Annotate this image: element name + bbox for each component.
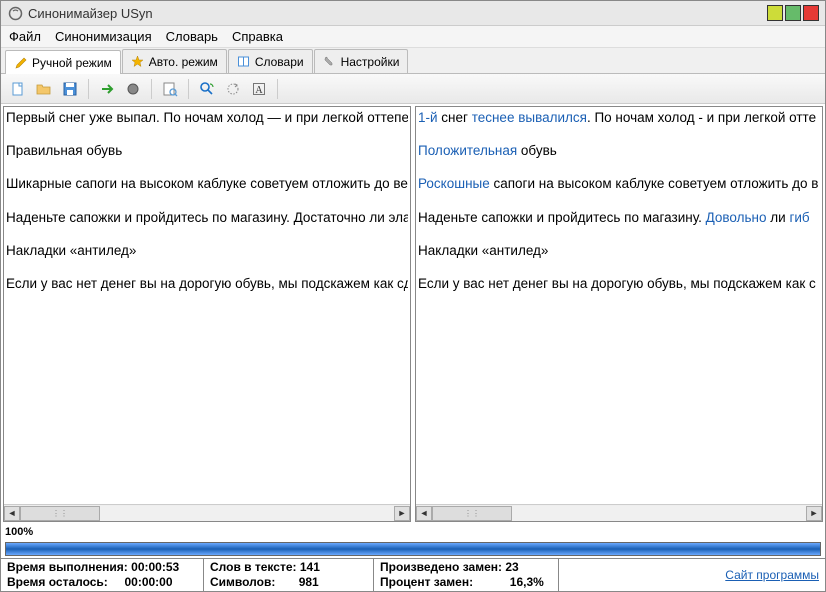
- svg-text:A: A: [255, 85, 263, 96]
- menu-synonymize[interactable]: Синонимизация: [55, 29, 152, 44]
- tab-manual[interactable]: Ручной режим: [5, 50, 121, 74]
- menu-file[interactable]: Файл: [9, 29, 41, 44]
- scroll-right-button[interactable]: ►: [806, 506, 822, 521]
- text-line: Наденьте сапожки и пройдитесь по магазин…: [6, 210, 408, 226]
- tab-settings[interactable]: Настройки: [314, 49, 409, 73]
- app-window: Синонимайзер USyn Файл Синонимизация Сло…: [0, 0, 826, 592]
- result-text[interactable]: 1-й снег теснее вывалился. По ночам холо…: [416, 107, 822, 504]
- close-button[interactable]: [803, 5, 819, 21]
- window-title: Синонимайзер USyn: [28, 6, 765, 21]
- tab-label: Авто. режим: [149, 55, 218, 69]
- toolbar-separator: [277, 79, 278, 99]
- toolbar-separator: [188, 79, 189, 99]
- pencil-icon: [14, 56, 28, 70]
- text-line: Шикарные сапоги на высоком каблуке совет…: [6, 176, 408, 192]
- open-file-button[interactable]: [33, 78, 55, 100]
- scroll-left-button[interactable]: ◄: [416, 506, 432, 521]
- tab-label: Ручной режим: [32, 56, 112, 70]
- status-time: Время выполнения: 00:00:53 Время осталос…: [1, 559, 204, 591]
- statusbar: Время выполнения: 00:00:53 Время осталос…: [1, 558, 825, 591]
- text-line: 1-й снег теснее вывалился. По ночам холо…: [418, 110, 820, 126]
- status-link: Сайт программы: [559, 559, 825, 591]
- scroll-track[interactable]: ⋮⋮: [432, 506, 806, 521]
- app-icon: [7, 5, 23, 21]
- preview-button[interactable]: [159, 78, 181, 100]
- text-line: Положительная обувь: [418, 143, 820, 159]
- scroll-thumb[interactable]: ⋮⋮: [20, 506, 100, 521]
- tab-label: Настройки: [341, 55, 400, 69]
- menubar: Файл Синонимизация Словарь Справка: [1, 26, 825, 48]
- text-line: Если у вас нет денег вы на дорогую обувь…: [418, 276, 820, 292]
- synonym: теснее вывалился: [472, 110, 587, 125]
- menu-help[interactable]: Справка: [232, 29, 283, 44]
- scroll-track[interactable]: ⋮⋮: [20, 506, 394, 521]
- cycle-button[interactable]: [222, 78, 244, 100]
- wrench-icon: [323, 55, 337, 69]
- scroll-thumb[interactable]: ⋮⋮: [432, 506, 512, 521]
- progress-bar-wrap: [1, 540, 825, 558]
- font-button[interactable]: A: [248, 78, 270, 100]
- tab-dictionaries[interactable]: Словари: [228, 49, 313, 73]
- tabbar: Ручной режим Авто. режим Словари Настрой…: [1, 48, 825, 74]
- titlebar: Синонимайзер USyn: [1, 1, 825, 26]
- synonym: Роскошные: [418, 176, 490, 191]
- find-replace-button[interactable]: [196, 78, 218, 100]
- scroll-left-button[interactable]: ◄: [4, 506, 20, 521]
- maximize-button[interactable]: [785, 5, 801, 21]
- text-line: Роскошные сапоги на высоком каблуке сове…: [418, 176, 820, 192]
- stop-button[interactable]: [122, 78, 144, 100]
- star-icon: [131, 55, 145, 69]
- toolbar-separator: [151, 79, 152, 99]
- text-line: Накладки «антилед»: [6, 243, 408, 259]
- save-button[interactable]: [59, 78, 81, 100]
- horizontal-scrollbar[interactable]: ◄ ⋮⋮ ►: [416, 504, 822, 521]
- book-icon: [237, 55, 251, 69]
- tab-label: Словари: [255, 55, 304, 69]
- status-words: Слов в тексте: 141 Символов: 981: [204, 559, 374, 591]
- new-file-button[interactable]: [7, 78, 29, 100]
- progress-bar: [5, 542, 821, 556]
- source-pane: Первый снег уже выпал. По ночам холод — …: [3, 106, 411, 522]
- result-pane: 1-й снег теснее вывалился. По ночам холо…: [415, 106, 823, 522]
- text-line: Наденьте сапожки и пройдитесь по магазин…: [418, 210, 820, 226]
- site-link[interactable]: Сайт программы: [725, 568, 819, 583]
- minimize-button[interactable]: [767, 5, 783, 21]
- progress-label: 100%: [1, 524, 825, 540]
- run-button[interactable]: [96, 78, 118, 100]
- text-line: Накладки «антилед»: [418, 243, 820, 259]
- synonym: Довольно: [706, 210, 767, 225]
- horizontal-scrollbar[interactable]: ◄ ⋮⋮ ►: [4, 504, 410, 521]
- scroll-right-button[interactable]: ►: [394, 506, 410, 521]
- main-area: Первый снег уже выпал. По ночам холод — …: [1, 104, 825, 524]
- source-text[interactable]: Первый снег уже выпал. По ночам холод — …: [4, 107, 410, 504]
- synonym: Положительная: [418, 143, 517, 158]
- tab-auto[interactable]: Авто. режим: [122, 49, 227, 73]
- synonym: 1-й: [418, 110, 438, 125]
- synonym: гиб: [789, 210, 809, 225]
- toolbar: A: [1, 74, 825, 104]
- toolbar-separator: [88, 79, 89, 99]
- text-line: Первый снег уже выпал. По ночам холод — …: [6, 110, 408, 126]
- text-line: Правильная обувь: [6, 143, 408, 159]
- text-line: Если у вас нет денег вы на дорогую обувь…: [6, 276, 408, 292]
- menu-dictionary[interactable]: Словарь: [166, 29, 218, 44]
- status-replacements: Произведено замен: 23 Процент замен: 16,…: [374, 559, 559, 591]
